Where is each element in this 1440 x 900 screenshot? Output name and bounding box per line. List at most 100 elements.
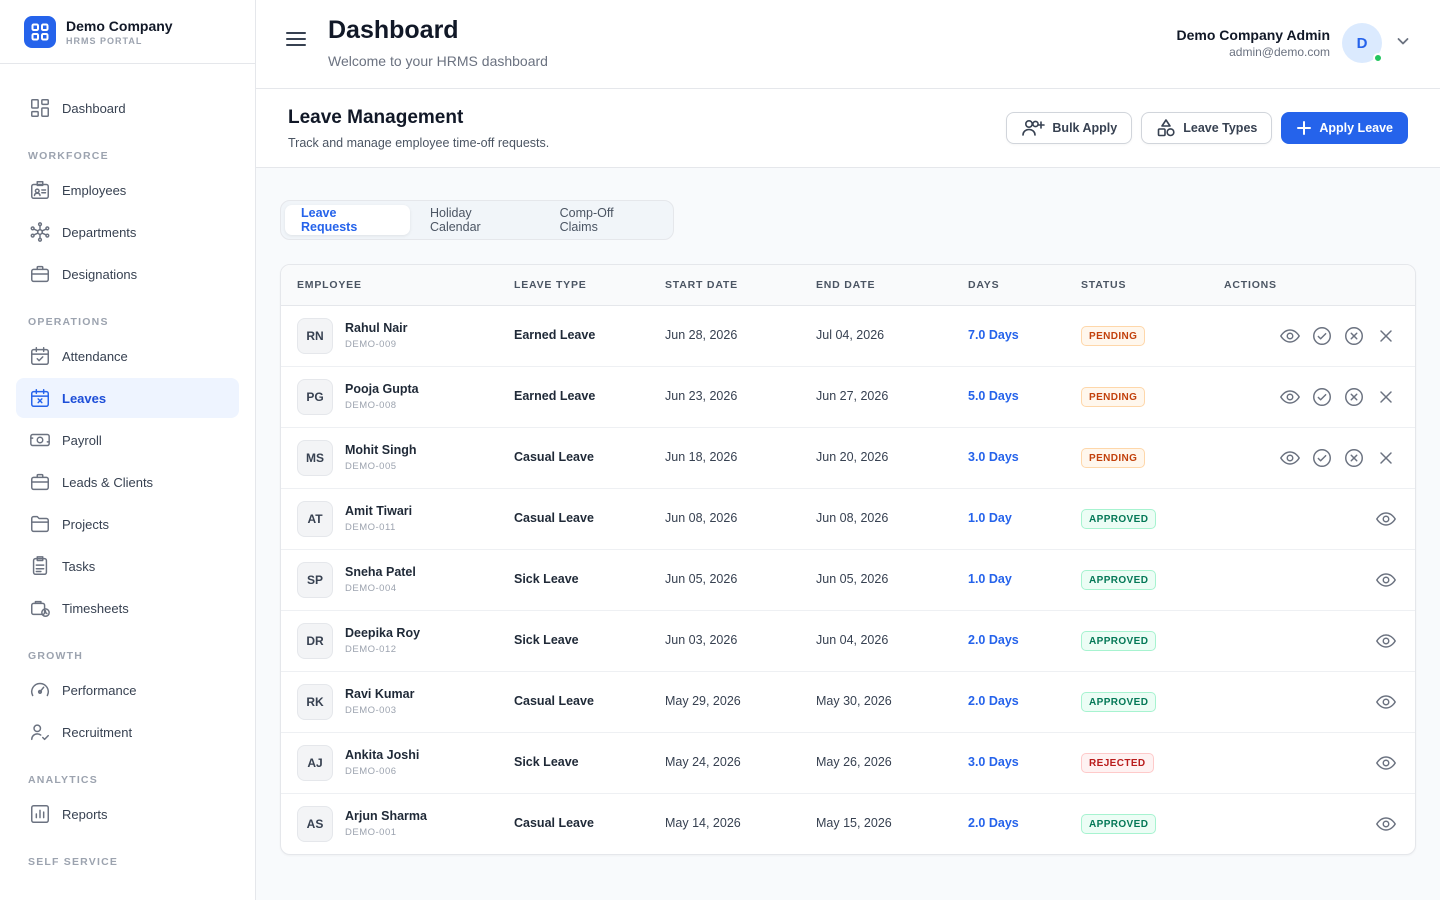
leave-days: 3.0 Days bbox=[968, 755, 1019, 769]
end-date: Jul 04, 2026 bbox=[816, 328, 885, 342]
sidebar-item-label: Performance bbox=[62, 682, 137, 698]
approve-icon[interactable] bbox=[1311, 325, 1333, 347]
sidebar-item-leaves[interactable]: Leaves bbox=[16, 378, 239, 418]
briefcase-icon bbox=[28, 470, 52, 494]
sidebar: Demo Company HRMS PORTAL Dashboard WORKFO… bbox=[0, 0, 256, 900]
cancel-icon[interactable] bbox=[1375, 325, 1397, 347]
reject-icon[interactable] bbox=[1343, 325, 1365, 347]
col-actions: ACTIONS bbox=[1224, 279, 1277, 291]
employee-initials: AS bbox=[297, 806, 333, 842]
table-row[interactable]: RK Ravi Kumar DEMO-003 Casual Leave May 29, … bbox=[281, 672, 1415, 733]
sidebar-item-leads-clients[interactable]: Leads & Clients bbox=[16, 462, 239, 502]
id-card-icon bbox=[28, 178, 52, 202]
sidebar-item-performance[interactable]: Performance bbox=[16, 670, 239, 710]
table-row[interactable]: AJ Ankita Joshi DEMO-006 Sick Leave May 24, … bbox=[281, 733, 1415, 794]
clipboard-icon bbox=[28, 554, 52, 578]
sidebar-item-recruitment[interactable]: Recruitment bbox=[16, 712, 239, 752]
table-row[interactable]: AT Amit Tiwari DEMO-011 Casual Leave Jun 08,… bbox=[281, 489, 1415, 550]
leave-days: 1.0 Day bbox=[968, 572, 1012, 586]
table-row[interactable]: PG Pooja Gupta DEMO-008 Earned Leave Jun 23,… bbox=[281, 367, 1415, 428]
approve-icon[interactable] bbox=[1311, 386, 1333, 408]
view-icon[interactable] bbox=[1375, 630, 1397, 652]
leave-management-header: Leave Management Track and manage employ… bbox=[256, 89, 1440, 168]
leave-days: 2.0 Days bbox=[968, 694, 1019, 708]
tab-comp-off-claims[interactable]: Comp-Off Claims bbox=[544, 205, 669, 235]
page-subtitle: Welcome to your HRMS dashboard bbox=[328, 53, 548, 69]
status-badge: APPROVED bbox=[1081, 814, 1157, 834]
approve-icon[interactable] bbox=[1311, 447, 1333, 469]
view-icon[interactable] bbox=[1375, 813, 1397, 835]
sidebar-item-employees[interactable]: Employees bbox=[16, 170, 239, 210]
employee-code: DEMO-003 bbox=[345, 705, 397, 716]
start-date: May 24, 2026 bbox=[665, 755, 741, 769]
sidebar-item-label: Leads & Clients bbox=[62, 474, 154, 490]
reject-icon[interactable] bbox=[1343, 386, 1365, 408]
sidebar-item-reports[interactable]: Reports bbox=[16, 794, 239, 834]
leave-days: 2.0 Days bbox=[968, 633, 1019, 647]
sidebar-item-payroll[interactable]: Payroll bbox=[16, 420, 239, 460]
status-badge: APPROVED bbox=[1081, 570, 1157, 590]
status-badge: PENDING bbox=[1081, 326, 1146, 346]
sidebar-item-designations[interactable]: Designations bbox=[16, 254, 239, 294]
end-date: May 30, 2026 bbox=[816, 694, 892, 708]
sidebar-item-label: Timesheets bbox=[62, 600, 129, 616]
cancel-icon[interactable] bbox=[1375, 447, 1397, 469]
view-icon[interactable] bbox=[1375, 752, 1397, 774]
view-icon[interactable] bbox=[1375, 569, 1397, 591]
table-row[interactable]: RN Rahul Nair DEMO-009 Earned Leave Jun 28, … bbox=[281, 306, 1415, 367]
sidebar-item-departments[interactable]: Departments bbox=[16, 212, 239, 252]
employee-name: Mohit Singh bbox=[345, 443, 417, 457]
view-icon[interactable] bbox=[1375, 691, 1397, 713]
view-icon[interactable] bbox=[1279, 325, 1301, 347]
sidebar-item-dashboard[interactable]: Dashboard bbox=[16, 88, 239, 128]
table-row[interactable]: DR Deepika Roy DEMO-012 Sick Leave Jun 03, 2… bbox=[281, 611, 1415, 672]
table-row[interactable]: SP Sneha Patel DEMO-004 Sick Leave Jun 05, 2… bbox=[281, 550, 1415, 611]
sidebar-item-label: Recruitment bbox=[62, 724, 133, 740]
tab-leave-requests[interactable]: Leave Requests bbox=[285, 205, 410, 235]
chevron-down-icon[interactable] bbox=[1396, 34, 1410, 53]
user-name: Demo Company Admin bbox=[1176, 27, 1331, 43]
cancel-icon[interactable] bbox=[1375, 386, 1397, 408]
sidebar-item-attendance[interactable]: Attendance bbox=[16, 336, 239, 376]
page-title: Dashboard bbox=[328, 16, 459, 44]
apply-leave-button[interactable]: Apply Leave bbox=[1281, 112, 1408, 144]
brand[interactable]: Demo Company HRMS PORTAL bbox=[0, 0, 255, 64]
reject-icon[interactable] bbox=[1343, 447, 1365, 469]
view-icon[interactable] bbox=[1375, 508, 1397, 530]
tab-holiday-calendar[interactable]: Holiday Calendar bbox=[414, 205, 540, 235]
briefcase-clock-icon bbox=[28, 596, 52, 620]
user-menu[interactable]: Demo Company Admin admin@demo.com D bbox=[1177, 23, 1411, 63]
leave-type: Casual Leave bbox=[514, 694, 594, 708]
status-badge: PENDING bbox=[1081, 387, 1146, 407]
status-badge: APPROVED bbox=[1081, 631, 1157, 651]
menu-icon[interactable] bbox=[286, 32, 306, 48]
end-date: Jun 04, 2026 bbox=[816, 633, 889, 647]
leave-types-button[interactable]: Leave Types bbox=[1141, 112, 1273, 144]
employee-initials: SP bbox=[297, 562, 333, 598]
col-employee: EMPLOYEE bbox=[297, 279, 362, 291]
network-icon bbox=[28, 220, 52, 244]
sidebar-item-tasks[interactable]: Tasks bbox=[16, 546, 239, 586]
sidebar-item-label: Tasks bbox=[62, 558, 96, 574]
sidebar-item-projects[interactable]: Projects bbox=[16, 504, 239, 544]
employee-code: DEMO-004 bbox=[345, 583, 397, 594]
end-date: May 15, 2026 bbox=[816, 816, 892, 830]
employee-initials: DR bbox=[297, 623, 333, 659]
nav-section-title: ANALYTICS bbox=[28, 774, 98, 786]
bulk-apply-button[interactable]: Bulk Apply bbox=[1006, 112, 1133, 144]
table-row[interactable]: MS Mohit Singh DEMO-005 Casual Leave Jun 18,… bbox=[281, 428, 1415, 489]
employee-name: Arjun Sharma bbox=[345, 809, 427, 823]
shapes-icon bbox=[1157, 119, 1175, 137]
employee-name: Rahul Nair bbox=[345, 321, 408, 335]
employee-initials: AJ bbox=[297, 745, 333, 781]
sidebar-item-timesheets[interactable]: Timesheets bbox=[16, 588, 239, 628]
avatar[interactable]: D bbox=[1342, 23, 1383, 63]
view-icon[interactable] bbox=[1279, 447, 1301, 469]
col-start-date: START DATE bbox=[665, 279, 738, 291]
employee-initials: RN bbox=[297, 318, 333, 354]
end-date: Jun 20, 2026 bbox=[816, 450, 889, 464]
app-grid-icon bbox=[24, 15, 56, 48]
table-row[interactable]: AS Arjun Sharma DEMO-001 Casual Leave May 14… bbox=[281, 794, 1415, 854]
col-days: DAYS bbox=[968, 279, 1000, 291]
view-icon[interactable] bbox=[1279, 386, 1301, 408]
